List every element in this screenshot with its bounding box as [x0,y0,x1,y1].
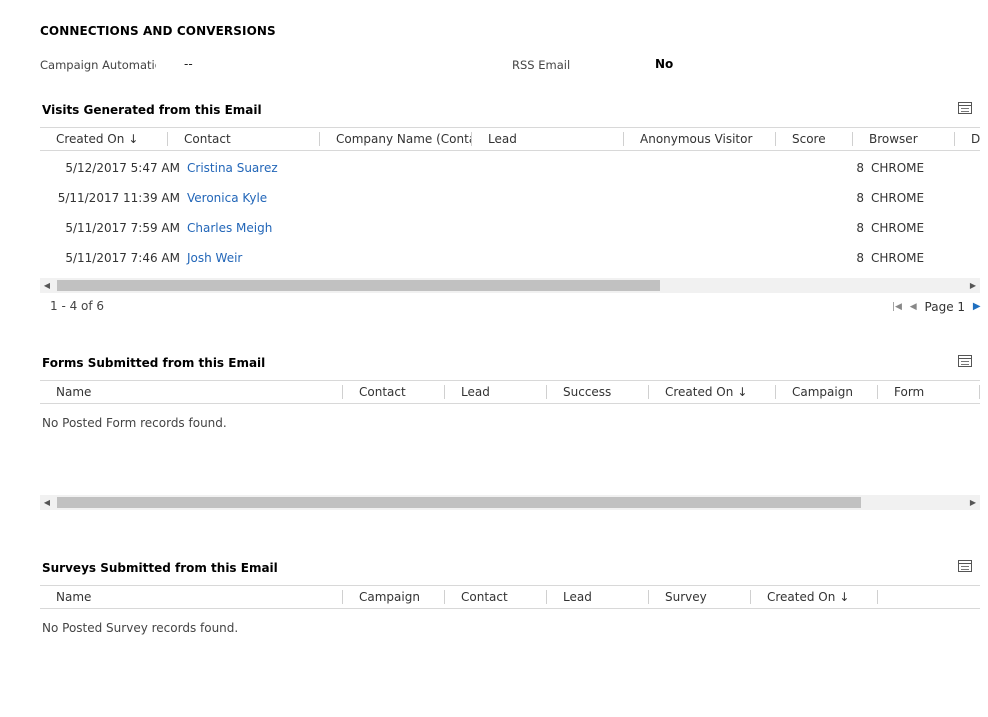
column-header-lead[interactable]: Lead [472,128,624,150]
previous-page-icon[interactable]: ◀ [910,302,917,312]
contact-link[interactable]: Cristina Suarez [187,153,278,183]
cell-score: 8 [856,191,864,205]
column-header-contact[interactable]: Contact [168,128,320,150]
column-header-created-on[interactable]: Created On ↓ [751,586,878,608]
table-row[interactable]: 5/11/2017 11:39 AM Veronica Kyle 8 CHROM… [40,183,980,213]
column-header-browser[interactable]: Browser [853,128,955,150]
cell-created-on: 5/11/2017 7:46 AM [65,251,180,265]
table-row[interactable]: 5/12/2017 5:47 AM Cristina Suarez 8 CHRO… [40,153,980,183]
cell-created-on: 5/11/2017 7:59 AM [65,221,180,235]
cell-score: 8 [856,161,864,175]
scroll-right-icon[interactable]: ▶ [966,278,980,293]
cell-created-on: 5/11/2017 11:39 AM [57,191,180,205]
scroll-left-icon[interactable]: ◀ [40,495,54,510]
column-header-name[interactable]: Name [40,586,343,608]
scrollbar-thumb[interactable] [57,280,660,291]
cell-browser: CHROME [871,161,925,175]
campaign-automation-label: Campaign Automation [40,58,156,72]
section-title: CONNECTIONS AND CONVERSIONS [40,24,276,38]
sort-descending-icon: ↓ [839,590,850,604]
pager: |◀ ◀ Page 1 ▶ [892,299,981,314]
grid-view-icon[interactable] [958,355,972,367]
next-page-icon[interactable]: ▶ [973,301,981,312]
column-header-lead[interactable]: Lead [547,586,649,608]
scroll-left-icon[interactable]: ◀ [40,278,54,293]
column-header-d[interactable]: D [955,128,980,150]
table-row[interactable]: 5/11/2017 7:59 AM Charles Meigh 8 CHROME [40,213,980,243]
column-header-campaign[interactable]: Campaign [343,586,445,608]
contact-link[interactable]: Veronica Kyle [187,183,267,213]
cell-created-on: 5/12/2017 5:47 AM [65,161,180,175]
column-header-success[interactable]: Success [547,381,649,403]
visits-horizontal-scrollbar[interactable]: ◀ ▶ [40,278,980,293]
visits-subgrid-title: Visits Generated from this Email [42,103,262,117]
column-header-campaign[interactable]: Campaign [776,381,878,403]
column-header-score[interactable]: Score [776,128,853,150]
column-header-contact[interactable]: Contact [343,381,445,403]
surveys-empty-message: No Posted Survey records found. [42,621,239,635]
column-header-anonymous-visitor[interactable]: Anonymous Visitor [624,128,776,150]
cell-browser: CHROME [871,251,925,265]
forms-subgrid-title: Forms Submitted from this Email [42,356,266,370]
forms-header-row: Name Contact Lead Success Created On ↓ Ca… [40,380,980,404]
contact-link[interactable]: Josh Weir [187,243,242,273]
scroll-right-icon[interactable]: ▶ [966,495,980,510]
column-header-contact[interactable]: Contact [445,586,547,608]
campaign-automation-value[interactable]: -- [184,57,193,71]
first-page-icon[interactable]: |◀ [892,302,902,312]
rss-email-value[interactable]: No [655,57,673,71]
sort-descending-icon: ↓ [128,132,139,146]
surveys-header-row: Name Campaign Contact Lead Survey Create… [40,585,980,609]
rss-email-label: RSS Email [512,58,571,72]
column-header-company-name[interactable]: Company Name (Conta... [320,128,472,150]
cell-browser: CHROME [871,191,925,205]
column-header-survey[interactable]: Survey [649,586,751,608]
column-header-form[interactable]: Form [878,381,980,403]
column-header-created-on[interactable]: Created On ↓ [649,381,776,403]
cell-browser: CHROME [871,221,925,235]
scrollbar-thumb[interactable] [57,497,861,508]
table-row[interactable]: 5/11/2017 7:46 AM Josh Weir 8 CHROME [40,243,980,273]
forms-empty-message: No Posted Form records found. [42,416,227,430]
forms-horizontal-scrollbar[interactable]: ◀ ▶ [40,495,980,510]
page-label: Page 1 [924,299,966,314]
visits-header-row: Created On↓ Contact Company Name (Conta.… [40,127,980,151]
contact-link[interactable]: Charles Meigh [187,213,272,243]
record-count: 1 - 4 of 6 [50,299,105,313]
surveys-subgrid-title: Surveys Submitted from this Email [42,561,278,575]
column-header-created-on[interactable]: Created On ↓ [40,128,168,150]
column-header-lead[interactable]: Lead [445,381,547,403]
column-header-name[interactable]: Name [40,381,343,403]
grid-view-icon[interactable] [958,102,972,114]
cell-score: 8 [856,251,864,265]
sort-descending-icon: ↓ [737,385,748,399]
cell-score: 8 [856,221,864,235]
grid-view-icon[interactable] [958,560,972,572]
